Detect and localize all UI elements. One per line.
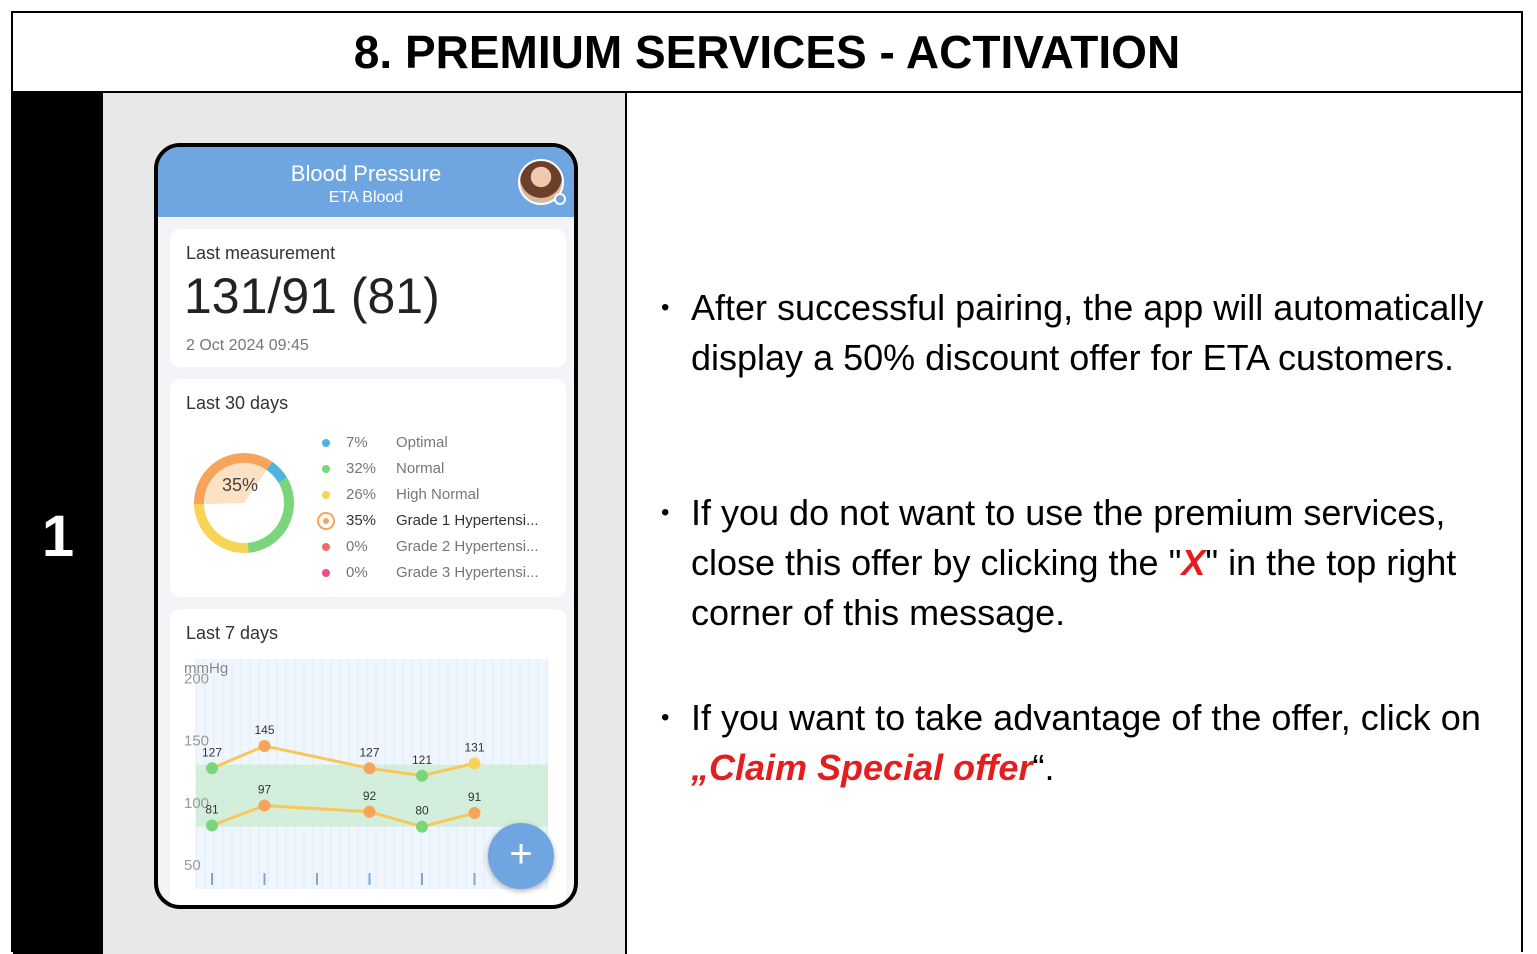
legend-item[interactable]: 35% Grade 1 Hypertensi... <box>317 509 560 535</box>
legend-name: Optimal <box>396 434 448 451</box>
legend-name: High Normal <box>396 486 480 503</box>
data-point <box>468 807 481 820</box>
data-label: 81 <box>205 802 219 816</box>
add-measurement-button[interactable]: + <box>488 823 554 889</box>
screenshot-panel: Blood Pressure ETA Blood Last measuremen… <box>103 93 627 954</box>
legend-dot-icon <box>322 439 330 447</box>
data-label: 97 <box>258 783 272 797</box>
instruction-3-text-c: “. <box>1032 747 1055 788</box>
step-column: 1 <box>13 93 103 954</box>
data-label: 91 <box>468 790 482 804</box>
last-measurement-card[interactable]: Last measurement 131/91 (81) 2 Oct 2024 … <box>170 229 566 367</box>
instruction-3-text-a: If you want to take advantage of the off… <box>691 697 1481 738</box>
data-label: 145 <box>254 723 274 737</box>
step-number: 1 <box>41 504 75 569</box>
legend-item[interactable]: 26% High Normal <box>320 483 560 509</box>
data-label: 127 <box>359 745 379 759</box>
legend-percent: 7% <box>346 434 368 451</box>
last-30-days-label: Last 30 days <box>186 393 289 413</box>
legend-percent: 0% <box>346 538 368 555</box>
bullet-icon: • <box>661 704 670 731</box>
app-title: Blood Pressure <box>290 161 442 186</box>
app-subtitle: ETA Blood <box>328 189 404 206</box>
legend-dot-icon <box>322 465 330 473</box>
page-title: 8. PREMIUM SERVICES - ACTIVATION <box>13 13 1521 93</box>
legend-dot-icon <box>317 512 335 530</box>
phone-mockup: Blood Pressure ETA Blood Last measuremen… <box>154 143 578 909</box>
data-point <box>416 769 428 782</box>
instruction-2: • If you do not want to use the premium … <box>661 488 1501 638</box>
donut-center-label: 35% <box>222 475 258 495</box>
legend-item[interactable]: 0% Grade 3 Hypertensi... <box>320 561 560 587</box>
last-30-days-card[interactable]: Last 30 days 35% 7% Optimal 32% Normal 26% Hi… <box>170 379 566 597</box>
plus-icon: + <box>509 832 533 876</box>
bullet-icon: • <box>661 294 670 321</box>
distribution-legend: 7% Optimal 32% Normal 26% High Normal 35% Grade… <box>317 431 560 587</box>
last-measurement-label: Last measurement <box>186 243 336 263</box>
legend-item[interactable]: 0% Grade 2 Hypertensi... <box>320 535 560 561</box>
app-header: Blood Pressure ETA Blood <box>158 147 574 217</box>
distribution-donut: 35% <box>194 453 294 553</box>
instruction-1-text: After successful pairing, the app will a… <box>691 287 1484 378</box>
page-frame: 8. PREMIUM SERVICES - ACTIVATION 1 Blood… <box>11 11 1523 954</box>
y-tick-label: 200 <box>184 671 209 688</box>
data-point <box>206 762 218 775</box>
data-point <box>468 757 481 770</box>
instruction-3: • If you want to take advantage of the o… <box>661 693 1501 793</box>
data-point <box>363 762 376 775</box>
y-tick-label: 50 <box>184 857 201 874</box>
legend-dot-icon <box>322 491 330 499</box>
close-x-highlight: X <box>1181 542 1206 583</box>
data-point <box>416 820 428 833</box>
legend-item[interactable]: 32% Normal <box>320 457 560 483</box>
legend-percent: 26% <box>346 486 377 503</box>
instruction-1: • After successful pairing, the app will… <box>661 283 1501 383</box>
legend-percent: 0% <box>346 564 368 581</box>
data-point <box>258 799 271 812</box>
legend-name: Normal <box>396 460 445 477</box>
legend-percent: 35% <box>346 512 377 529</box>
last-measurement-value: 131/91 (81) <box>184 268 440 324</box>
last-measurement-date: 2 Oct 2024 09:45 <box>186 337 309 354</box>
legend-dot-icon <box>322 543 330 551</box>
legend-name: Grade 1 Hypertensi... <box>396 512 539 529</box>
bullet-icon: • <box>661 499 670 526</box>
claim-offer-highlight: „Claim Special offer <box>691 747 1033 788</box>
last-7-days-label: Last 7 days <box>186 623 279 643</box>
data-label: 92 <box>363 789 377 803</box>
donut-slice <box>194 504 249 553</box>
legend-item[interactable]: 7% Optimal <box>320 431 560 457</box>
legend-name: Grade 2 Hypertensi... <box>396 538 539 555</box>
instructions-panel: • After successful pairing, the app will… <box>627 93 1521 954</box>
data-label: 121 <box>412 753 432 767</box>
data-label: 131 <box>464 740 484 754</box>
legend-dot-icon <box>322 569 330 577</box>
data-point <box>258 739 271 752</box>
legend-name: Grade 3 Hypertensi... <box>396 564 539 581</box>
legend-percent: 32% <box>346 460 377 477</box>
data-point <box>363 805 376 818</box>
data-label: 80 <box>415 804 429 818</box>
data-label: 127 <box>202 745 222 759</box>
data-point <box>206 819 218 832</box>
avatar-dropdown-icon <box>554 193 566 205</box>
